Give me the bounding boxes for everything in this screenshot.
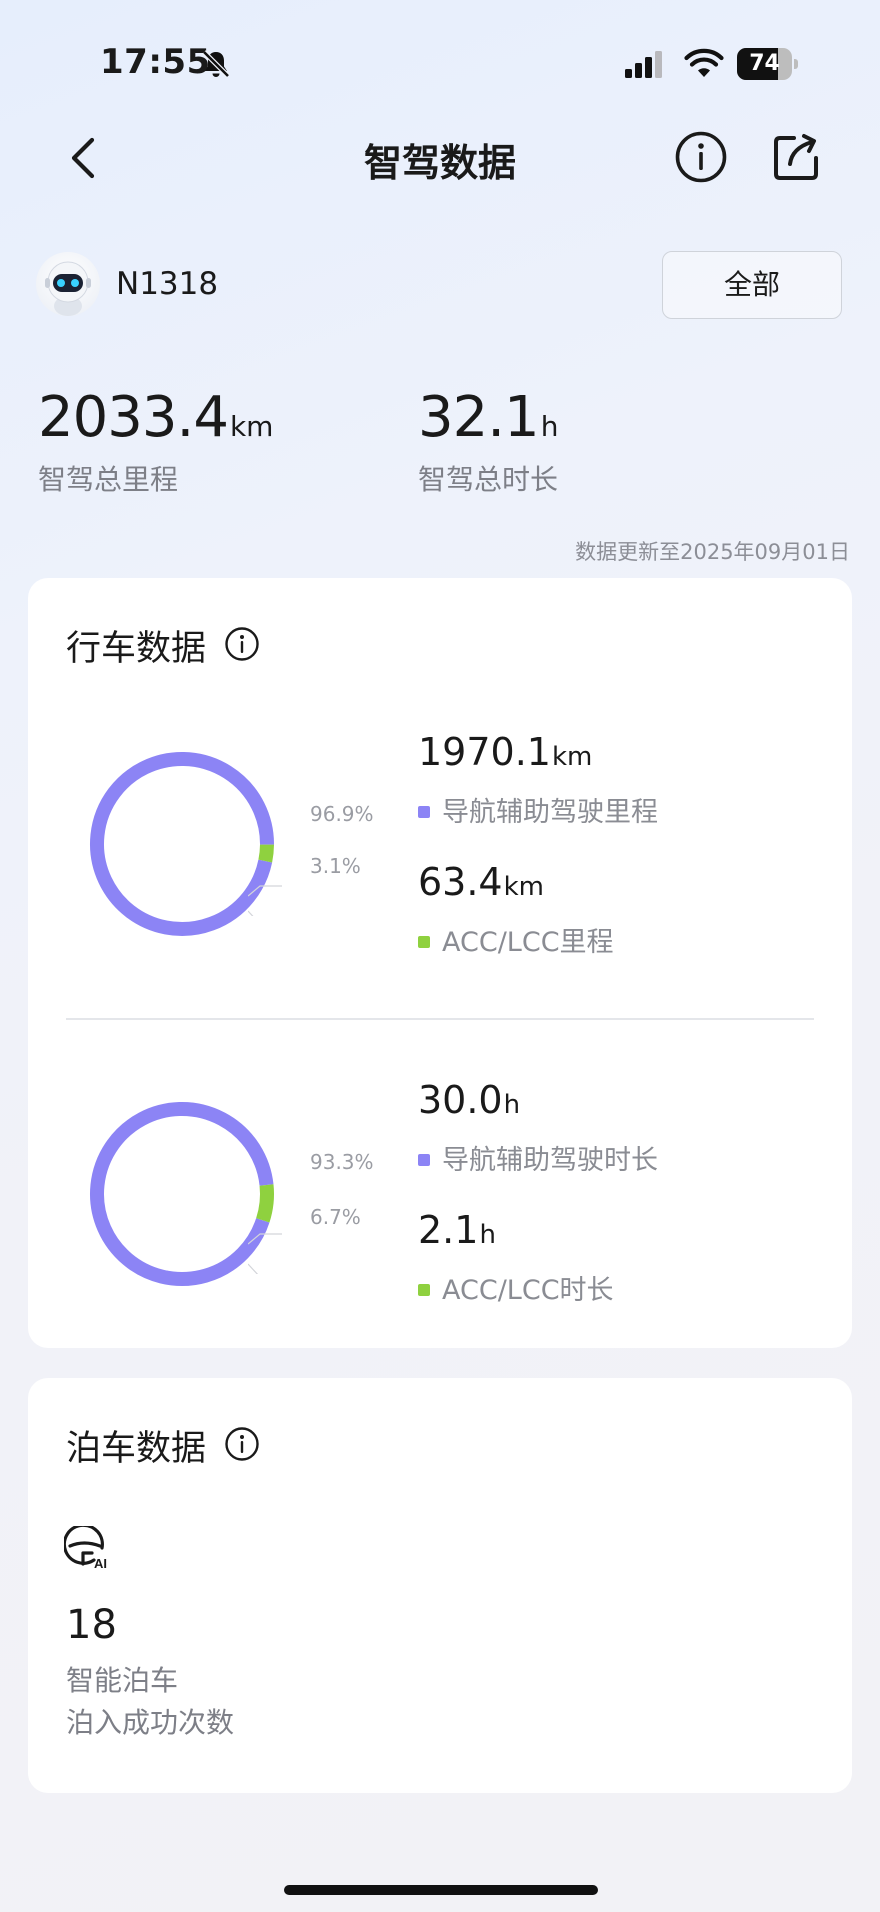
duration-acc-value: 2.1h: [418, 1208, 496, 1252]
summary-mileage: 2033.4km 智驾总里程: [38, 385, 273, 505]
summary-duration-unit: h: [540, 410, 559, 443]
mileage-nav-unit: km: [551, 742, 593, 772]
steering-wheel-ai-icon: AI: [64, 1526, 107, 1570]
bell-muted-icon: [202, 50, 230, 78]
parking-count: 18: [66, 1602, 117, 1648]
mileage-leader-lines: [248, 885, 282, 916]
wifi-icon: [684, 48, 724, 77]
duration-nav-number: 30.0: [418, 1078, 503, 1122]
page-title: 智驾数据: [363, 141, 516, 185]
duration-leader-lines: [248, 1233, 282, 1274]
driving-info-icon[interactable]: [224, 626, 260, 662]
duration-nav-label: 导航辅助驾驶时长: [442, 1145, 658, 1176]
parking-label-line1: 智能泊车: [66, 1664, 179, 1697]
duration-acc-percent: 6.7%: [310, 1205, 361, 1229]
duration-nav-legend: 导航辅助驾驶时长: [418, 1138, 658, 1177]
duration-nav-arc: [90, 1102, 274, 1286]
mileage-nav-label: 导航辅助驾驶里程: [442, 797, 658, 828]
vehicle-name: N1318: [116, 266, 219, 302]
status-bar: 17:55 74: [0, 0, 880, 120]
mileage-acc-percent: 3.1%: [310, 854, 361, 878]
vehicle-row: N1318 全部: [36, 251, 844, 322]
mileage-nav-number: 1970.1: [418, 730, 551, 774]
legend-dot-acc: [418, 935, 430, 948]
robot-avatar-icon: [45, 261, 91, 316]
parking-label-line2: 泊入成功次数: [66, 1706, 235, 1739]
battery-percent: 74: [749, 51, 780, 76]
battery-body: 74: [737, 48, 792, 80]
mileage-acc-legend: ACC/LCC里程: [418, 920, 614, 959]
duration-nav-percent: 93.3%: [310, 1150, 374, 1174]
summary-mileage-value: 2033.4: [38, 385, 229, 450]
nav-bar: 智驾数据: [0, 110, 880, 200]
info-button[interactable]: [674, 130, 728, 184]
battery-tip: [794, 59, 798, 69]
mileage-acc-value: 63.4km: [418, 860, 544, 904]
driving-data-title: 行车数据: [66, 629, 207, 669]
legend-dot-nav: [418, 1153, 430, 1166]
mileage-nav-arc: [90, 752, 275, 936]
duration-acc-number: 2.1: [418, 1208, 479, 1252]
summary-mileage-value-row: 2033.4km: [38, 385, 273, 450]
mileage-nav-value: 1970.1km: [418, 730, 592, 774]
mileage-acc-number: 63.4: [418, 860, 503, 904]
battery-indicator: 74: [737, 48, 798, 80]
summary-mileage-label: 智驾总里程: [38, 463, 179, 496]
duration-acc-label: ACC/LCC时长: [442, 1275, 614, 1306]
cellular-signal-icon: [625, 51, 662, 78]
legend-dot-acc: [418, 1283, 430, 1296]
duration-nav-unit: h: [503, 1090, 521, 1120]
svg-text:AI: AI: [94, 1556, 107, 1570]
card-divider: [66, 1018, 814, 1020]
summary-duration-value-row: 32.1h: [418, 385, 558, 450]
status-time: 17:55: [100, 42, 211, 82]
mileage-nav-percent: 96.9%: [310, 802, 374, 826]
summary-duration: 32.1h 智驾总时长: [418, 385, 558, 505]
summary-duration-value: 32.1: [418, 385, 540, 450]
summary-mileage-unit: km: [229, 410, 274, 443]
share-button[interactable]: [770, 128, 824, 184]
parking-data-card: 泊车数据 AI 18 智能泊车 泊入成功次数: [28, 1378, 852, 1793]
duration-acc-legend: ACC/LCC时长: [418, 1268, 614, 1307]
driving-data-card: 行车数据 96.9% 3.1% 1970.1km 导航辅助驾驶里程 63.4km…: [28, 578, 852, 1348]
home-indicator: [284, 1885, 598, 1895]
duration-nav-value: 30.0h: [418, 1078, 520, 1122]
robot-avatar: [36, 252, 100, 316]
filter-button[interactable]: 全部: [662, 251, 842, 319]
update-note: 数据更新至2025年09月01日: [575, 540, 850, 564]
mileage-nav-legend: 导航辅助驾驶里程: [418, 790, 658, 829]
parking-info-icon[interactable]: [224, 1426, 260, 1462]
parking-data-title: 泊车数据: [66, 1429, 207, 1469]
mileage-acc-unit: km: [503, 872, 544, 902]
mileage-acc-label: ACC/LCC里程: [442, 927, 614, 958]
summary-duration-label: 智驾总时长: [418, 463, 559, 496]
legend-dot-nav: [418, 805, 430, 818]
duration-acc-unit: h: [479, 1220, 496, 1250]
